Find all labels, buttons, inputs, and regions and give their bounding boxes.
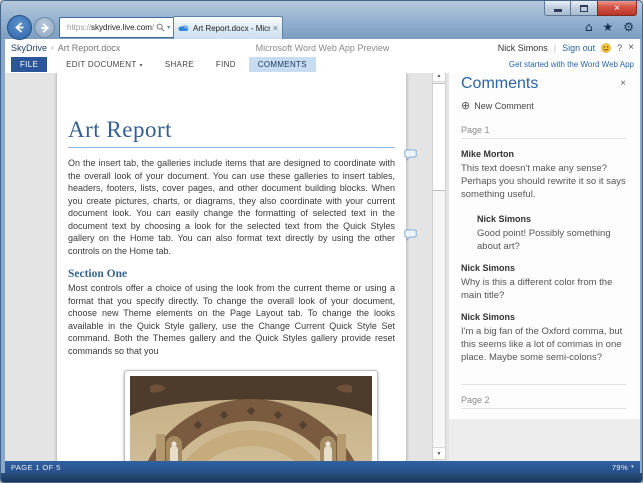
user-area: Nick Simons | Sign out ? × — [498, 42, 634, 53]
section-heading: Section One — [68, 268, 395, 280]
zoom-control[interactable]: 79% ▾ — [612, 463, 634, 472]
scroll-down-icon[interactable]: ▼ — [433, 447, 445, 459]
divider: | — [554, 43, 556, 53]
comment-author: Nick Simons — [461, 312, 626, 322]
comment-text: This text doesn't make any sense? Perhap… — [461, 162, 626, 201]
content-area: Art Report On the insert tab, the galler… — [5, 73, 640, 461]
search-icon[interactable] — [156, 23, 165, 32]
zoom-caret-icon: ▾ — [631, 464, 634, 470]
browser-toolbar-icons: ⌂ ★ ⚙ — [585, 21, 634, 33]
menu-edit-document[interactable]: EDIT DOCUMENT▾ — [57, 57, 152, 72]
page-indicator: PAGE 1 OF 5 — [11, 463, 61, 472]
comments-page-header: Page 2 — [461, 384, 626, 409]
menu-share[interactable]: SHARE — [156, 57, 203, 72]
browser-window: × https://skydrive.live.com/ ▾ — [0, 0, 643, 483]
minimize-button[interactable] — [544, 1, 571, 16]
comment-text: I'm a big fan of the Oxford comma, but t… — [461, 325, 626, 364]
address-bar[interactable]: https://skydrive.live.com/ ▾ × — [59, 17, 185, 38]
title-rule — [68, 147, 395, 148]
document-image-school-of-athens[interactable] — [124, 370, 378, 461]
back-button[interactable] — [7, 15, 32, 40]
forward-button[interactable] — [34, 17, 55, 38]
home-icon[interactable]: ⌂ — [585, 21, 593, 33]
comment-text: Why is this a different color from the m… — [461, 276, 626, 302]
new-comment-button[interactable]: ⊕ New Comment — [461, 99, 626, 112]
word-web-app: SkyDrive › Art Report.docx Microsoft Wor… — [5, 39, 640, 461]
maximize-icon — [580, 5, 588, 12]
browser-chrome: × https://skydrive.live.com/ ▾ — [1, 1, 643, 39]
close-icon: × — [614, 3, 620, 14]
skydrive-brand-link[interactable]: SkyDrive — [11, 43, 47, 53]
close-app-icon[interactable]: × — [628, 42, 634, 53]
feedback-smiley-icon[interactable] — [601, 43, 611, 53]
menu-file[interactable]: FILE — [11, 57, 47, 72]
comment-author: Nick Simons — [461, 263, 626, 273]
comment-author: Mike Morton — [461, 149, 626, 159]
tab-favicon — [178, 24, 189, 32]
tab-close-icon[interactable]: × — [273, 23, 278, 33]
window-frame-bottom — [1, 473, 643, 483]
document-paragraph-2: Most controls offer a choice of using th… — [68, 282, 395, 357]
comment[interactable]: Nick Simons I'm a big fan of the Oxford c… — [461, 312, 626, 364]
url-text: https://skydrive.live.com/ — [67, 23, 154, 32]
breadcrumb-doc-name: Art Report.docx — [58, 43, 121, 53]
navigation-row: https://skydrive.live.com/ ▾ × — [7, 15, 185, 40]
comments-panel-footer — [449, 419, 640, 461]
document-canvas: Art Report On the insert tab, the galler… — [5, 73, 449, 461]
new-comment-label: New Comment — [474, 101, 534, 111]
breadcrumb-separator: › — [51, 43, 54, 52]
maximize-button[interactable] — [571, 1, 597, 16]
comment-marker-icon[interactable] — [404, 148, 417, 160]
favorites-star-icon[interactable]: ★ — [602, 21, 613, 33]
comment-marker-icon[interactable] — [404, 228, 417, 240]
document-paragraph-1: On the insert tab, the galleries include… — [68, 157, 395, 257]
comments-panel-header: Comments × — [461, 75, 626, 93]
menu-comments[interactable]: COMMENTS — [249, 57, 316, 72]
comment-reply[interactable]: Nick Simons Good point! Possibly somethin… — [477, 214, 626, 253]
close-window-button[interactable]: × — [597, 1, 637, 16]
user-name: Nick Simons — [498, 43, 548, 53]
comment-author: Nick Simons — [477, 214, 626, 224]
comment[interactable]: Mike Morton This text doesn't make any se… — [461, 149, 626, 201]
help-icon[interactable]: ? — [617, 43, 622, 53]
school-of-athens-painting — [130, 376, 372, 461]
get-started-link[interactable]: Get started with the Word Web App — [509, 60, 634, 69]
comment[interactable]: Nick Simons Why is this a different color… — [461, 263, 626, 302]
status-bar: PAGE 1 OF 5 79% ▾ — [5, 461, 640, 473]
zoom-level: 79% — [612, 463, 628, 472]
tab-title: Art Report.docx - Microsoft... — [193, 24, 270, 33]
comments-close-icon[interactable]: × — [620, 78, 626, 89]
menu-find[interactable]: FIND — [207, 57, 245, 72]
comments-panel: Comments × ⊕ New Comment Page 1 Mike Mort… — [449, 73, 640, 461]
forward-arrow-icon — [40, 23, 50, 33]
document-scrollbar[interactable]: ▲ ▼ — [432, 73, 446, 460]
document-page[interactable]: Art Report On the insert tab, the galler… — [56, 73, 407, 461]
comments-panel-title: Comments — [461, 75, 538, 93]
back-arrow-icon — [14, 22, 25, 33]
comment-text: Good point! Possibly something about art… — [477, 227, 626, 253]
window-controls: × — [544, 1, 637, 16]
chevron-down-icon[interactable]: ▾ — [167, 24, 170, 31]
scrollbar-thumb[interactable] — [433, 83, 445, 191]
app-header: SkyDrive › Art Report.docx Microsoft Wor… — [5, 39, 640, 56]
menu-bar: FILE EDIT DOCUMENT▾ SHARE FIND COMMENTS … — [5, 56, 640, 73]
minimize-icon — [554, 9, 562, 12]
tools-gear-icon[interactable]: ⚙ — [623, 21, 634, 33]
scroll-up-icon[interactable]: ▲ — [433, 73, 445, 82]
caret-down-icon: ▾ — [140, 63, 143, 69]
document-title: Art Report — [68, 117, 395, 143]
plus-circle-icon: ⊕ — [461, 99, 470, 112]
browser-tab[interactable]: Art Report.docx - Microsoft... × — [173, 16, 283, 39]
sign-out-link[interactable]: Sign out — [562, 43, 595, 53]
comments-page-header: Page 1 — [461, 125, 626, 139]
